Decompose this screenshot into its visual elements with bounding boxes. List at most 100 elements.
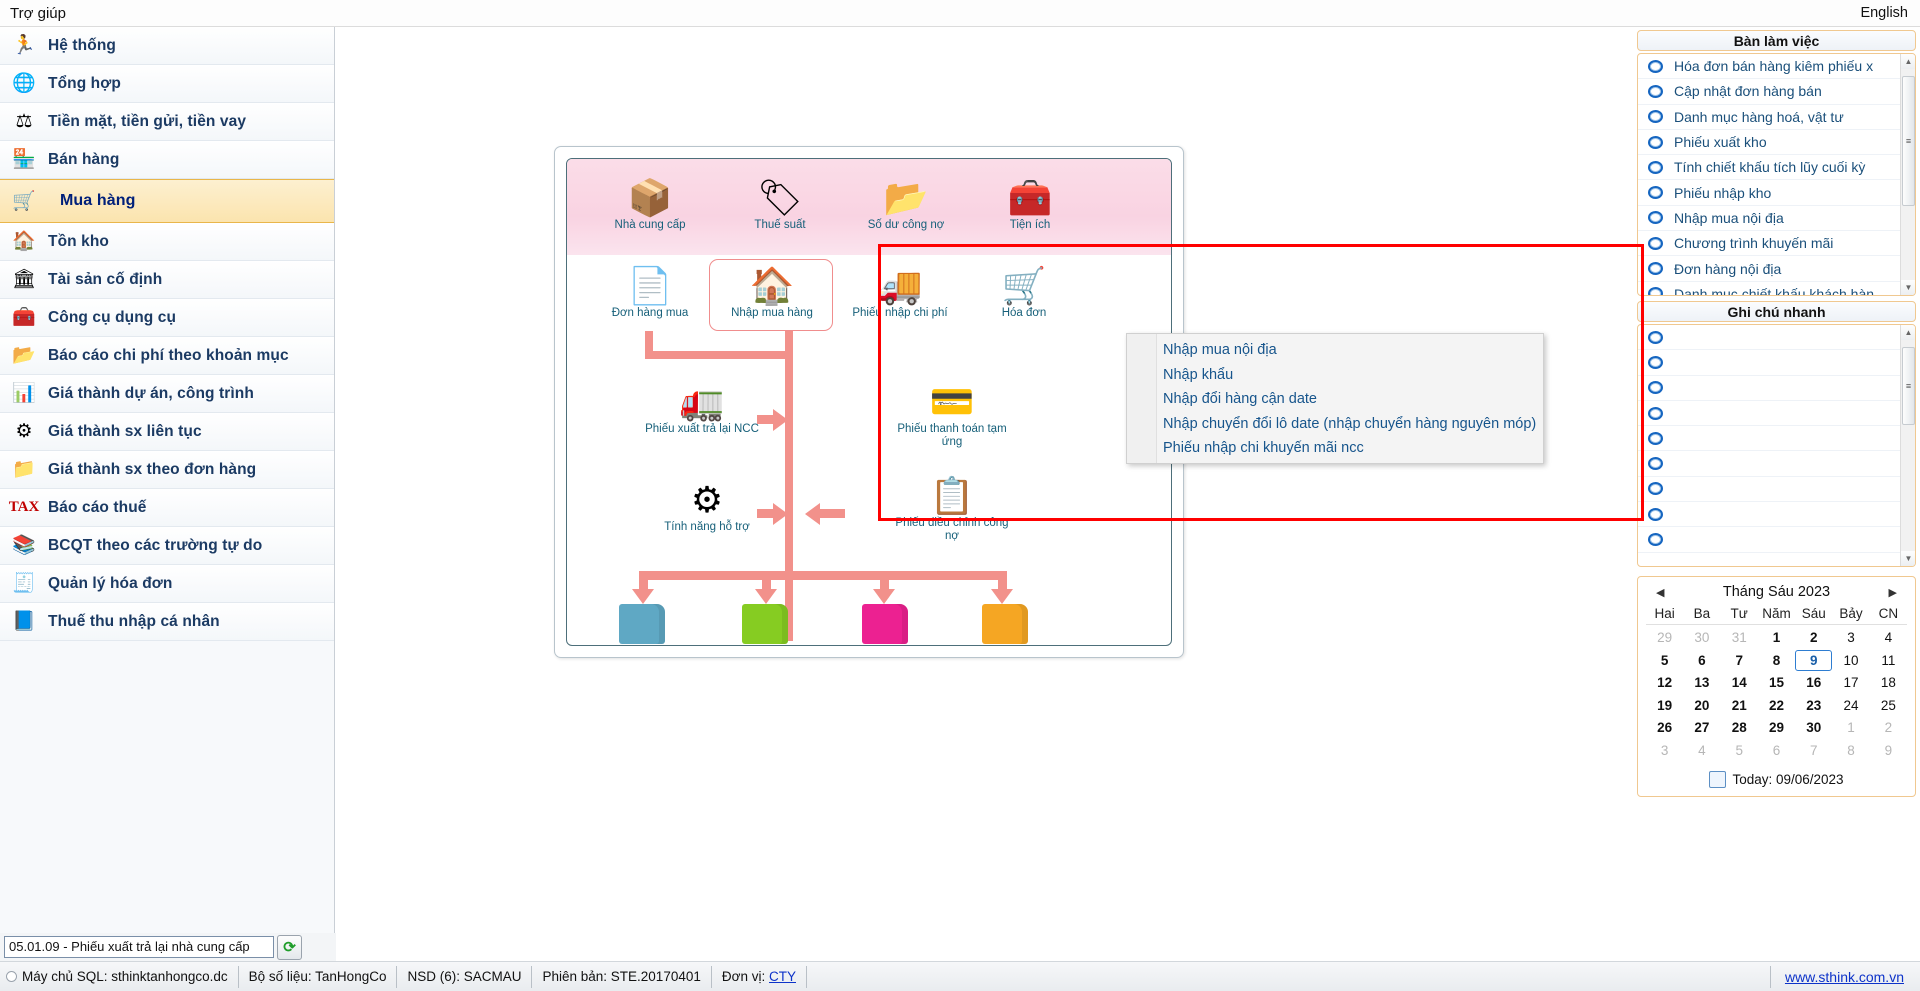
calendar-day-1-2[interactable]: 7	[1721, 650, 1758, 673]
calendar-day-3-1[interactable]: 20	[1683, 695, 1720, 718]
scroll-down-icon[interactable]: ▼	[1901, 551, 1915, 566]
diagram-node-invoice[interactable]: 🛒 Hóa đơn	[959, 265, 1089, 320]
task-item-8[interactable]: Đơn hàng nội địa	[1638, 256, 1915, 282]
calendar-day-1-4[interactable]: 9	[1795, 649, 1833, 671]
calendar-day-0-0[interactable]: 29	[1646, 627, 1683, 650]
note-item-7[interactable]	[1638, 502, 1915, 528]
diagram-node-debt-balance[interactable]: 📂 Số dư công nợ	[841, 177, 971, 232]
calendar-day-1-5[interactable]: 10	[1832, 650, 1869, 673]
tasks-scrollbar[interactable]: ▲ ≡ ▼	[1900, 54, 1915, 295]
sidebar-item-9[interactable]: 📊 Giá thành dự án, công trình	[0, 375, 334, 413]
note-item-4[interactable]	[1638, 426, 1915, 452]
tasks-list[interactable]: Hóa đơn bán hàng kiêm phiếu x Cập nhật đơ…	[1637, 53, 1916, 296]
sidebar-item-11[interactable]: 📁 Giá thành sx theo đơn hàng	[0, 451, 334, 489]
website-link[interactable]: www.sthink.com.vn	[1771, 969, 1920, 985]
language-switch[interactable]: English	[1860, 5, 1920, 21]
calendar-day-3-2[interactable]: 21	[1721, 695, 1758, 718]
context-menu-item-4[interactable]: Phiếu nhập chi khuyến mãi ncc	[1127, 436, 1543, 461]
refresh-icon[interactable]: ⟳	[277, 934, 302, 960]
calendar-day-3-0[interactable]: 19	[1646, 695, 1683, 718]
scroll-up-icon[interactable]: ▲	[1901, 325, 1915, 340]
note-item-2[interactable]	[1638, 376, 1915, 401]
calendar-day-0-3[interactable]: 1	[1758, 627, 1795, 650]
sidebar-item-2[interactable]: ⚖ Tiền mặt, tiền gửi, tiền vay	[0, 103, 334, 141]
sidebar-item-6[interactable]: 🏛 Tài sản cố định	[0, 261, 334, 299]
calendar-day-5-5[interactable]: 8	[1832, 740, 1869, 763]
sidebar-item-5[interactable]: 🏠 Tồn kho	[0, 223, 334, 261]
note-item-0[interactable]	[1638, 325, 1915, 351]
task-item-7[interactable]: Chương trình khuyến mãi	[1638, 231, 1915, 257]
context-menu-item-0[interactable]: Nhập mua nội địa	[1127, 338, 1543, 363]
diagram-node-report-supplier-debt[interactable]: BC công nợ NCC	[705, 604, 825, 645]
calendar-day-0-6[interactable]: 4	[1870, 627, 1907, 650]
calendar-day-4-5[interactable]: 1	[1832, 717, 1869, 740]
scroll-up-icon[interactable]: ▲	[1901, 54, 1915, 69]
sidebar-item-3[interactable]: 🏪 Bán hàng	[0, 141, 334, 179]
task-item-3[interactable]: Phiếu xuất kho	[1638, 130, 1915, 156]
calendar-day-2-5[interactable]: 17	[1832, 672, 1869, 695]
sidebar-item-1[interactable]: 🌐 Tổng hợp	[0, 65, 334, 103]
task-item-2[interactable]: Danh mục hàng hoá, vật tư	[1638, 105, 1915, 130]
diagram-node-report-debt-by-invoice[interactable]: BC công nợ theo hóa đơn	[825, 604, 945, 645]
calendar-day-5-4[interactable]: 7	[1795, 740, 1832, 763]
diagram-node-goods-receipt[interactable]: 🏠 Nhập mua hàng	[710, 265, 834, 320]
diagram-node-support-features[interactable]: ⚙ Tính năng hỗ trợ	[642, 479, 772, 534]
diagram-node-report-purchases[interactable]: BC hàng nhập mua	[582, 604, 702, 645]
calendar-day-4-6[interactable]: 2	[1870, 717, 1907, 740]
calendar-day-4-2[interactable]: 28	[1721, 717, 1758, 740]
note-item-8[interactable]	[1638, 527, 1915, 553]
diagram-node-advance-payment[interactable]: 💳 Phiếu thanh toán tạm ứng	[887, 381, 1017, 449]
note-item-1[interactable]	[1638, 350, 1915, 376]
diagram-node-tax-rate[interactable]: 🏷 Thuế suất	[715, 177, 845, 232]
task-item-5[interactable]: Phiếu nhập kho	[1638, 180, 1915, 206]
sidebar-item-14[interactable]: 🧾 Quản lý hóa đơn	[0, 565, 334, 603]
calendar-day-2-2[interactable]: 14	[1721, 672, 1758, 695]
note-item-5[interactable]	[1638, 451, 1915, 477]
sidebar-item-8[interactable]: 📂 Báo cáo chi phí theo khoản mục	[0, 337, 334, 375]
note-item-6[interactable]	[1638, 477, 1915, 503]
task-item-0[interactable]: Hóa đơn bán hàng kiêm phiếu x	[1638, 54, 1915, 80]
calendar-day-2-4[interactable]: 16	[1795, 672, 1832, 695]
sidebar-item-7[interactable]: 🧰 Công cụ dụng cụ	[0, 299, 334, 337]
note-item-3[interactable]	[1638, 401, 1915, 427]
sidebar-item-15[interactable]: 📘 Thuế thu nhập cá nhân	[0, 603, 334, 641]
task-item-4[interactable]: Tính chiết khấu tích lũy cuối kỳ	[1638, 155, 1915, 181]
task-item-1[interactable]: Cập nhật đơn hàng bán	[1638, 79, 1915, 105]
menu-item-help[interactable]: Trợ giúp	[0, 5, 76, 22]
calendar-day-4-0[interactable]: 26	[1646, 717, 1683, 740]
calendar-day-5-3[interactable]: 6	[1758, 740, 1795, 763]
calendar-day-2-3[interactable]: 15	[1758, 672, 1795, 695]
calendar-day-3-4[interactable]: 23	[1795, 695, 1832, 718]
task-item-9[interactable]: Danh muc chiết khấu khách hàn	[1638, 282, 1915, 295]
calendar-day-1-3[interactable]: 8	[1758, 650, 1795, 673]
sidebar-item-10[interactable]: ⚙ Giá thành sx liên tục	[0, 413, 334, 451]
notes-list[interactable]: ▲ ≡ ▼	[1637, 324, 1916, 567]
calendar-prev-button[interactable]: ◀	[1652, 586, 1668, 599]
scroll-down-icon[interactable]: ▼	[1901, 280, 1915, 295]
calendar-day-0-2[interactable]: 31	[1721, 627, 1758, 650]
calendar-day-1-6[interactable]: 11	[1870, 650, 1907, 673]
scrollbar-thumb[interactable]: ≡	[1902, 76, 1915, 206]
diagram-node-purchase-order[interactable]: 📄 Đơn hàng mua	[585, 265, 715, 320]
calendar-day-1-0[interactable]: 5	[1646, 650, 1683, 673]
calendar-next-button[interactable]: ▶	[1885, 586, 1901, 599]
status-unit-link[interactable]: CTY	[769, 966, 796, 988]
diagram-node-expense-receipt[interactable]: 🚚 Phiếu nhập chi phí	[835, 265, 965, 320]
calendar-day-5-2[interactable]: 5	[1721, 740, 1758, 763]
today-checkbox[interactable]	[1709, 771, 1727, 788]
main-navigation-sidebar[interactable]: 🏃 Hệ thống 🌐 Tổng hợp ⚖ Tiền mặt, tiền gửi, t…	[0, 27, 335, 933]
diagram-node-report-orders[interactable]: BC đơn hàng	[945, 604, 1065, 645]
diagram-node-supplier[interactable]: 📦 Nhà cung cấp	[585, 177, 715, 232]
calendar-day-4-4[interactable]: 30	[1795, 717, 1832, 740]
scrollbar-thumb[interactable]: ≡	[1902, 347, 1915, 425]
quick-command-input[interactable]: 05.01.09 - Phiếu xuất trả lại nhà cung c…	[4, 936, 274, 958]
context-menu-item-3[interactable]: Nhập chuyển đổi lô date (nhập chuyển hàn…	[1127, 412, 1543, 437]
calendar-day-3-3[interactable]: 22	[1758, 695, 1795, 718]
calendar-day-5-6[interactable]: 9	[1870, 740, 1907, 763]
calendar-today-row[interactable]: Today: 09/06/2023	[1646, 762, 1907, 788]
calendar-widget[interactable]: ◀ Tháng Sáu 2023 ▶ Hai Ba Tư Năm Sáu Bảy CN 29…	[1637, 576, 1916, 797]
calendar-day-3-6[interactable]: 25	[1870, 695, 1907, 718]
calendar-day-0-5[interactable]: 3	[1832, 627, 1869, 650]
sidebar-item-4[interactable]: 🛒 Mua hàng	[0, 179, 334, 223]
calendar-day-2-0[interactable]: 12	[1646, 672, 1683, 695]
